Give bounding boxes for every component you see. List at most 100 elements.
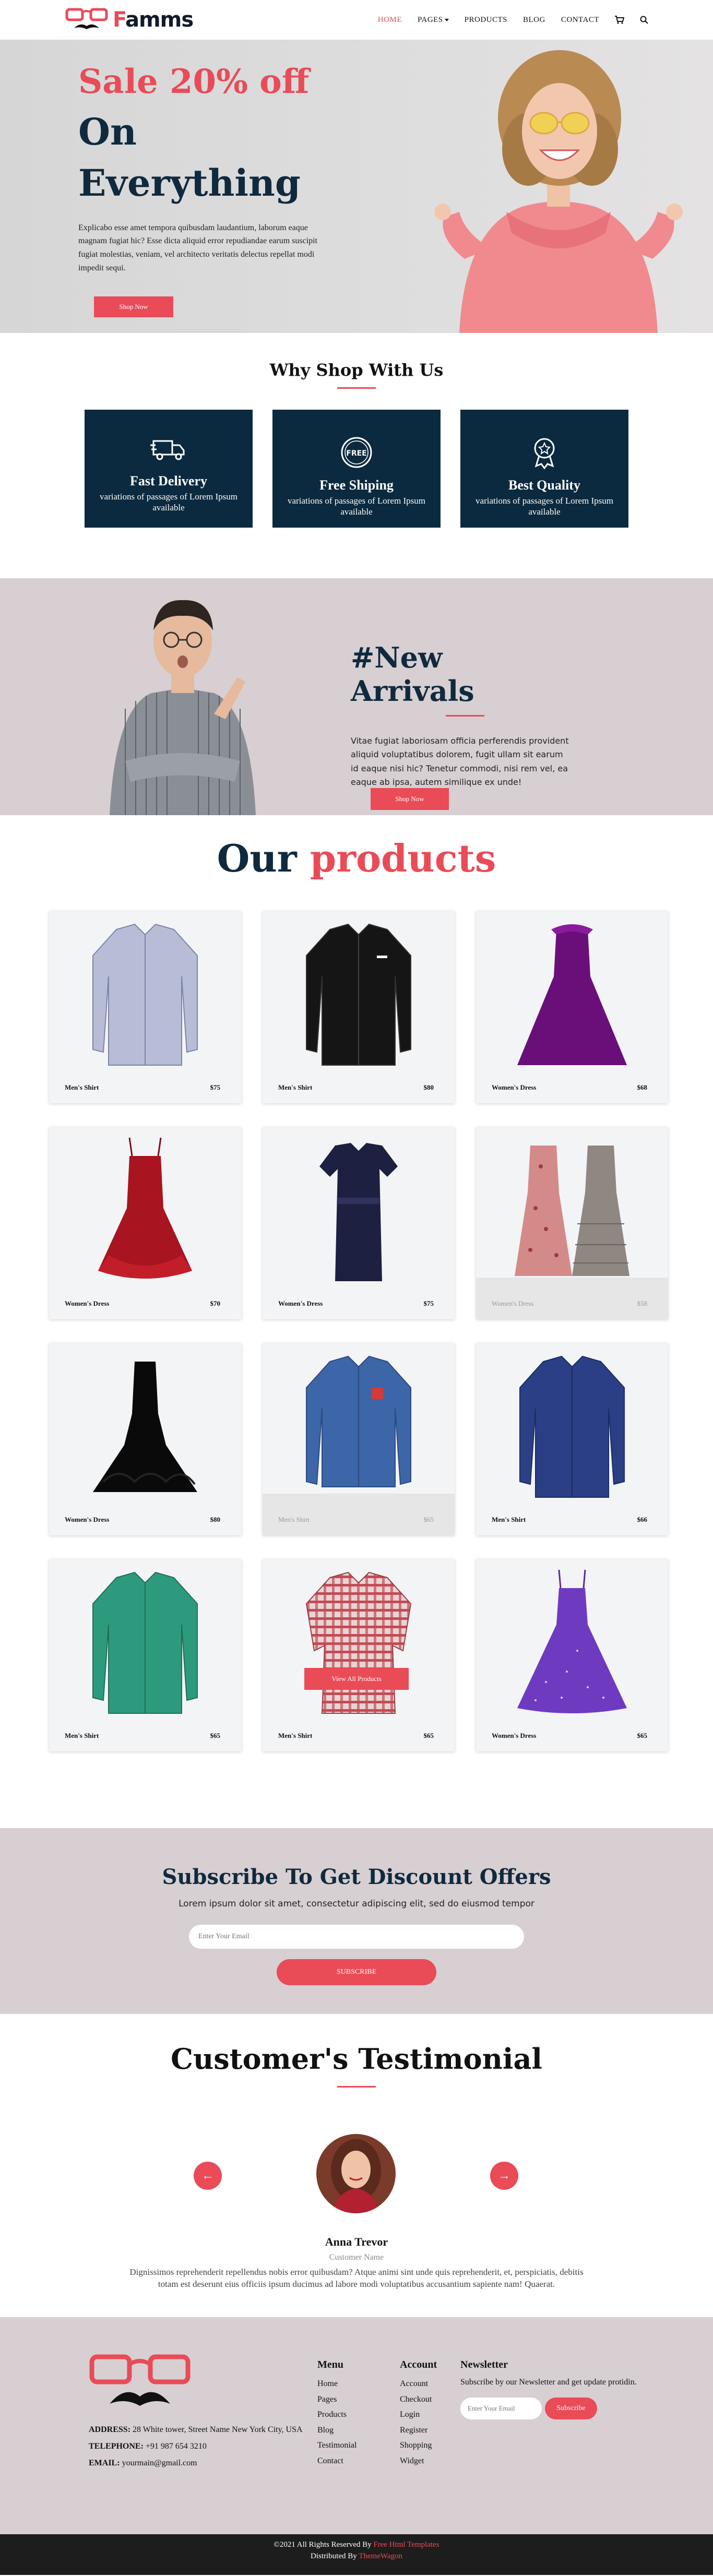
subscribe-email-input[interactable]: [189, 1925, 524, 1949]
arrivals-shop-now-button[interactable]: Shop Now: [371, 788, 449, 810]
product-price: $65: [423, 1516, 434, 1523]
product-price: $65: [210, 1732, 221, 1739]
telephone-value: +91 987 654 3210: [145, 2442, 207, 2451]
feature-card-free-shipping: FREE Free Shiping variations of passages…: [272, 410, 441, 528]
dress-icon: [319, 1143, 398, 1281]
footer-link-blog[interactable]: Blog: [317, 2423, 356, 2438]
nav-contact[interactable]: CONTACT: [561, 16, 599, 25]
footer-link-widget[interactable]: Widget: [400, 2453, 437, 2469]
brand-name: Famms: [113, 8, 194, 32]
hero-sale-heading: Sale 20% off: [78, 62, 310, 101]
product-image: [476, 911, 668, 1078]
footer-link-testimonial[interactable]: Testimonial: [317, 2438, 356, 2453]
copyright-link-free-templates[interactable]: Free Html Templates: [373, 2541, 439, 2549]
product-image: [263, 1343, 455, 1510]
dress-icon: [93, 1362, 197, 1492]
copyright-distributed: Distributed By: [311, 2551, 357, 2560]
testimonial-quote: Dignissimos reprehenderit repellendus no…: [129, 2267, 584, 2289]
product-image: [476, 1343, 668, 1510]
feature-card-best-quality: Best Quality variations of passages of L…: [460, 410, 628, 528]
product-name: Women's Dress: [492, 1299, 534, 1307]
product-name: Men's Shirt: [278, 1732, 313, 1739]
footer-account-title: Account: [400, 2359, 437, 2370]
subscribe-button[interactable]: SUBSCRIBE: [277, 1959, 436, 1985]
copyright-link-themewagon[interactable]: ThemeWagon: [359, 2552, 402, 2560]
address-label: ADDRESS:: [89, 2425, 131, 2434]
footer-menu-title: Menu: [317, 2359, 343, 2370]
product-card[interactable]: Men's Shirt $65: [49, 1559, 241, 1751]
chevron-down-icon: [444, 18, 449, 21]
newsletter-form: Subscribe: [460, 2397, 638, 2419]
email-value: yourmain@gmail.com: [122, 2459, 197, 2467]
dress-icon: [517, 1569, 627, 1713]
newsletter-text: Subscribe by our Newsletter and get upda…: [460, 2378, 637, 2387]
footer-link-shopping[interactable]: Shopping: [400, 2438, 437, 2453]
footer-menu: Menu Home Pages Products Blog Testimonia…: [317, 2359, 356, 2469]
products-title-b: products: [310, 836, 496, 880]
product-card[interactable]: Men's Shirt $65: [263, 1559, 455, 1751]
product-image: [49, 1559, 241, 1726]
product-card[interactable]: Men's Shirt $66: [476, 1343, 668, 1535]
footer-link-register[interactable]: Register: [400, 2423, 437, 2438]
glasses-mustache-icon: [65, 8, 108, 29]
newsletter-email-input[interactable]: [460, 2397, 542, 2419]
search-icon[interactable]: [640, 16, 648, 24]
product-price: $80: [423, 1083, 434, 1091]
product-image: [49, 1127, 241, 1294]
product-card[interactable]: Men's Shirt $65: [263, 1343, 455, 1535]
subscribe-title: Subscribe To Get Discount Offers: [162, 1865, 551, 1889]
why-shop-title: Why Shop With Us: [269, 360, 444, 380]
product-name: Men's Shirt: [65, 1732, 99, 1739]
product-name: Men's Shirt: [492, 1516, 526, 1523]
product-card[interactable]: Women's Dress $70: [49, 1127, 241, 1319]
product-name: Women's Dress: [278, 1299, 323, 1307]
product-name: Women's Dress: [492, 1083, 537, 1091]
award-icon: [534, 438, 555, 469]
footer-link-login[interactable]: Login: [400, 2407, 437, 2423]
prev-arrow-button[interactable]: ←: [194, 2162, 222, 2190]
product-card[interactable]: Men's Shirt $75: [49, 911, 241, 1103]
product-image: [476, 1559, 668, 1726]
footer-link-checkout[interactable]: Checkout: [400, 2392, 437, 2407]
newsletter-subscribe-button[interactable]: Subscribe: [545, 2397, 597, 2419]
footer-link-home[interactable]: Home: [317, 2376, 356, 2392]
product-card[interactable]: Women's Dress $65: [476, 1559, 668, 1751]
product-card[interactable]: Women's Dress $80: [49, 1343, 241, 1535]
hero-shop-now-button[interactable]: Shop Now: [94, 296, 173, 317]
email-label: EMAIL:: [89, 2459, 120, 2467]
products-section: Our products Men's Shirt $75 Men's Shirt…: [0, 815, 713, 1828]
subscribe-section: Subscribe To Get Discount Offers Lorem i…: [0, 1828, 713, 2014]
product-card[interactable]: Men's Shirt $80: [263, 911, 455, 1103]
copyright-text: ©2021 All Rights Reserved By: [274, 2541, 372, 2549]
product-price: $70: [210, 1299, 221, 1307]
nav-home[interactable]: HOME: [378, 16, 402, 25]
copyright-bar: ©2021 All Rights Reserved By Free Html T…: [0, 2534, 713, 2575]
product-card[interactable]: Women's Dress $58: [476, 1127, 668, 1319]
view-all-products-button[interactable]: View All Products: [304, 1668, 409, 1690]
feature-text: variations of passages of Lorem Ipsum av…: [100, 492, 237, 513]
nav-pages[interactable]: PAGES: [418, 16, 449, 25]
arrow-right-icon: →: [498, 2169, 510, 2183]
contact-info: ADDRESS: 28 White tower, Street Name New…: [89, 2422, 318, 2472]
brand-logo[interactable]: Famms: [65, 7, 194, 32]
product-name: Men's Shirt: [278, 1083, 313, 1091]
footer-link-contact[interactable]: Contact: [317, 2453, 356, 2469]
why-shop-cards: Fast Delivery variations of passages of …: [0, 410, 713, 528]
hero-text: Sale 20% off On Everything Explicabo ess…: [78, 58, 324, 275]
nav-products[interactable]: PRODUCTS: [465, 16, 507, 25]
product-card[interactable]: Women's Dress $68: [476, 911, 668, 1103]
telephone-label: TELEPHONE:: [89, 2442, 144, 2451]
next-arrow-button[interactable]: →: [490, 2162, 518, 2190]
nav-blog[interactable]: BLOG: [523, 16, 545, 25]
product-image: [49, 1343, 241, 1510]
shirt-icon: [306, 923, 411, 1066]
cart-icon[interactable]: [615, 16, 624, 24]
footer-link-pages[interactable]: Pages: [317, 2392, 356, 2407]
footer-link-account[interactable]: Account: [400, 2376, 437, 2392]
hero-heading-line1: On: [78, 110, 137, 153]
title-underline: [337, 387, 376, 389]
footer-link-products[interactable]: Products: [317, 2407, 356, 2423]
hero-model-image: [434, 50, 683, 333]
product-card[interactable]: Women's Dress $75: [263, 1127, 455, 1319]
why-shop-section: Why Shop With Us Fast Delivery variation…: [0, 333, 713, 578]
